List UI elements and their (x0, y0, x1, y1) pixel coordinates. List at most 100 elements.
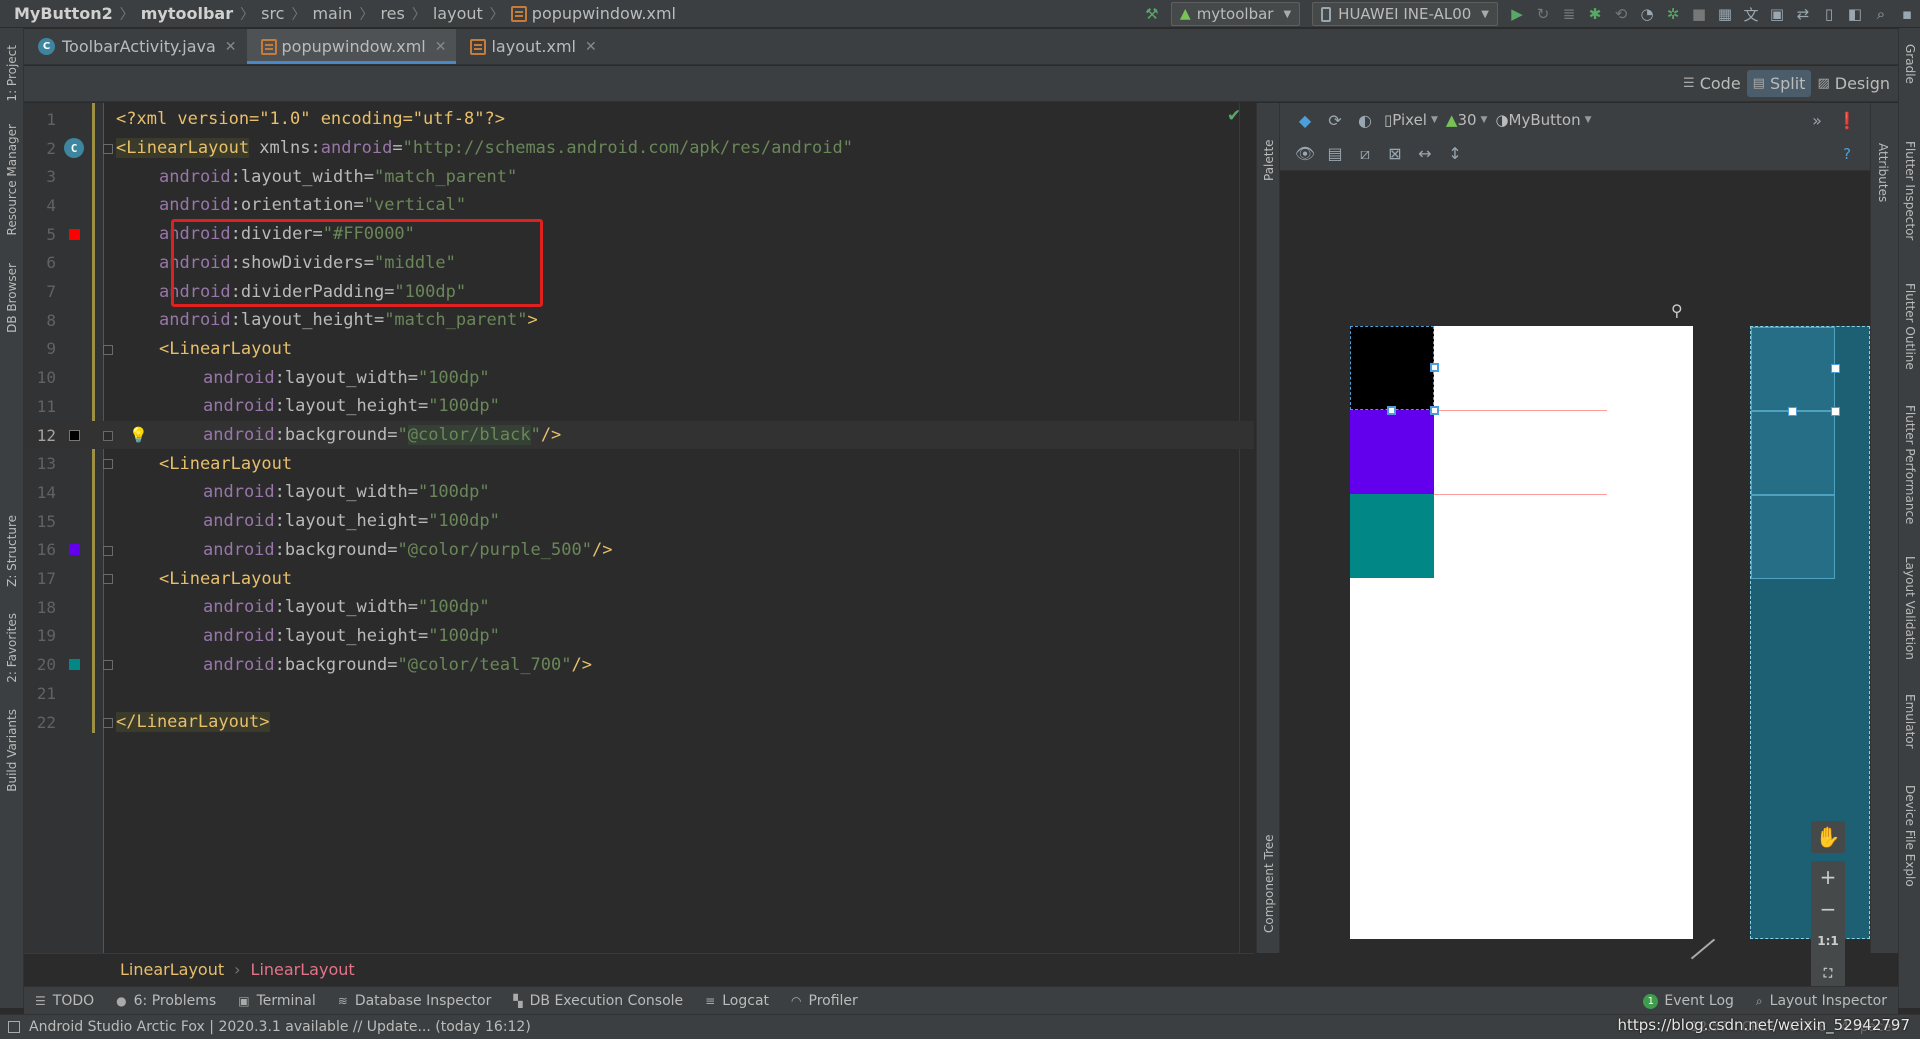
code-line[interactable]: 3 android:layout_width="match_parent" (24, 162, 1254, 191)
resize-handle[interactable] (1430, 406, 1439, 415)
coverage-icon[interactable]: ✲ (1660, 1, 1686, 27)
code-line[interactable]: 2 C <LinearLayout xmlns:android="http://… (24, 134, 1254, 163)
tool-database-inspector[interactable]: ≋ Database Inspector (327, 993, 503, 1009)
tool-flutter-outline[interactable]: Flutter Outline (1899, 264, 1920, 388)
sdk-manager-icon[interactable]: ▦ (1712, 1, 1738, 27)
clear-constraints-icon[interactable]: ⊠ (1380, 140, 1410, 168)
more-icon[interactable]: » (1802, 106, 1832, 134)
code-line[interactable]: 18 android:layout_width="100dp" (24, 593, 1254, 622)
zoom-in-button[interactable]: + (1811, 861, 1845, 893)
blueprint-preview[interactable] (1750, 326, 1870, 939)
tool-problems[interactable]: ● 6: Problems (105, 993, 227, 1009)
stop-icon[interactable]: ■ (1686, 1, 1712, 27)
tool-flutter-inspector[interactable]: Flutter Inspector (1899, 128, 1920, 254)
disable-autoconnect-icon[interactable]: ⧄ (1350, 140, 1380, 168)
attach-debugger-icon[interactable]: ⟲ (1608, 1, 1634, 27)
fold-icon[interactable] (103, 545, 113, 556)
code-line[interactable]: 16 android:background="@color/purple_500… (24, 536, 1254, 565)
breadcrumb-main[interactable]: main (312, 4, 352, 23)
code-line[interactable]: 13 <LinearLayout (24, 449, 1254, 478)
eye-icon[interactable]: 👁 (1290, 140, 1320, 168)
tool-layout-inspector[interactable]: ⌕ Layout Inspector (1745, 993, 1898, 1009)
resize-handle[interactable] (1430, 363, 1439, 372)
tool-project[interactable]: 1: Project (0, 34, 24, 112)
orientation-icon[interactable]: ⟳ (1320, 106, 1350, 134)
fold-icon[interactable] (103, 660, 113, 671)
blueprint-icon[interactable]: ▤ (1320, 140, 1350, 168)
tool-todo[interactable]: ☰ TODO (24, 993, 105, 1009)
layers-icon[interactable]: ◆ (1290, 106, 1320, 134)
component-tree-tab[interactable]: Component Tree (1257, 815, 1281, 933)
close-icon[interactable]: ✕ (435, 39, 447, 55)
breadcrumb-src[interactable]: src (261, 4, 284, 23)
zoom-to-fit-icon[interactable]: ⛶ (1811, 957, 1845, 989)
fold-icon[interactable] (103, 430, 113, 441)
fold-icon[interactable] (103, 143, 113, 154)
resize-handle[interactable] (1831, 364, 1840, 373)
preview-block-teal[interactable] (1350, 494, 1434, 578)
tool-resource-manager[interactable]: Resource Manager (0, 120, 24, 240)
code-line[interactable]: 8 android:layout_height="match_parent"> (24, 306, 1254, 335)
layout-preview[interactable] (1350, 326, 1693, 939)
preview-block-purple[interactable] (1350, 410, 1434, 494)
tool-profiler[interactable]: ◠ Profiler (780, 993, 869, 1009)
account-icon[interactable]: ▪ (1894, 1, 1920, 27)
search-icon[interactable]: ⌕ (1868, 1, 1894, 27)
device-select[interactable]: HUAWEI INE-AL00 ▼ (1312, 2, 1498, 26)
tool-build-variants[interactable]: Build Variants (0, 704, 24, 796)
code-editor[interactable]: ✔ 1 <?xml version="1.0" encoding="utf-8"… (24, 103, 1254, 953)
editor-crumb-root[interactable]: LinearLayout (120, 960, 224, 979)
fold-icon[interactable] (103, 459, 113, 470)
tool-flutter-performance[interactable]: Flutter Performance (1899, 400, 1920, 530)
breadcrumb-res[interactable]: res (380, 4, 404, 23)
night-mode-icon[interactable]: ◐ (1350, 106, 1380, 134)
code-line[interactable]: 4 android:orientation="vertical" (24, 191, 1254, 220)
code-line[interactable]: 1 <?xml version="1.0" encoding="utf-8"?> (24, 105, 1254, 134)
profile-icon[interactable]: ◔ (1634, 1, 1660, 27)
code-line[interactable]: 19 android:layout_height="100dp" (24, 622, 1254, 651)
expand-vertical-icon[interactable]: ↕ (1440, 140, 1470, 168)
class-badge-icon[interactable]: C (64, 138, 84, 159)
translate-icon[interactable]: 文 (1738, 1, 1764, 27)
run-icon[interactable]: ▶ (1504, 1, 1530, 27)
rerun-icon[interactable]: ↻ (1530, 1, 1556, 27)
device-icon[interactable]: ▯ (1816, 1, 1842, 27)
device-select[interactable]: ▯ Pixel ▼ (1380, 106, 1442, 134)
tab-toolbar-activity[interactable]: C ToolbarActivity.java ✕ (24, 29, 247, 64)
breadcrumb-file[interactable]: popupwindow.xml (532, 4, 676, 23)
tool-db-execution-console[interactable]: ▚ DB Execution Console (502, 993, 694, 1009)
color-swatch-purple[interactable] (69, 544, 80, 556)
zoom-actual-size-button[interactable]: 1:1 (1811, 925, 1845, 957)
fold-icon[interactable] (103, 574, 113, 585)
breadcrumb-module[interactable]: mytoolbar (141, 4, 233, 23)
tool-layout-validation[interactable]: Layout Validation (1899, 548, 1920, 668)
code-line[interactable]: 9 <LinearLayout (24, 335, 1254, 364)
expand-horizontal-icon[interactable]: ↔ (1410, 140, 1440, 168)
code-line[interactable]: 10 android:layout_width="100dp" (24, 363, 1254, 392)
status-message[interactable]: Android Studio Arctic Fox | 2020.3.1 ava… (29, 1019, 531, 1035)
run-config-select[interactable]: ▲ mytoolbar ▼ (1170, 2, 1301, 26)
color-swatch-black[interactable] (69, 429, 80, 441)
tool-favorites[interactable]: 2: Favorites (0, 608, 24, 688)
color-swatch-teal[interactable] (69, 659, 80, 671)
code-line[interactable]: 22 </LinearLayout> (24, 708, 1254, 737)
hammer-icon[interactable]: ⚒ (1139, 1, 1165, 27)
tool-structure[interactable]: Z: Structure (0, 508, 24, 594)
help-icon[interactable]: ? (1832, 140, 1862, 168)
tool-logcat[interactable]: ≡ Logcat (694, 993, 780, 1009)
sync-icon[interactable]: ⇄ (1790, 1, 1816, 27)
resize-handle[interactable] (1831, 407, 1840, 416)
tool-terminal[interactable]: ▣ Terminal (227, 993, 327, 1009)
resize-handle[interactable] (1387, 406, 1396, 415)
avd-manager-icon[interactable]: ▣ (1764, 1, 1790, 27)
api-select[interactable]: ▲ 30 ▼ (1442, 106, 1492, 134)
close-icon[interactable]: ✕ (225, 39, 237, 55)
fold-icon[interactable] (103, 344, 113, 355)
split-mode-button[interactable]: ▤ Split (1746, 70, 1812, 97)
debug-icon[interactable]: ✱ (1582, 1, 1608, 27)
close-icon[interactable]: ✕ (585, 39, 597, 55)
tool-device-file-explorer[interactable]: Device File Explo (1899, 776, 1920, 896)
color-swatch-red[interactable] (69, 228, 80, 240)
tool-event-log[interactable]: 1 Event Log (1632, 993, 1745, 1009)
lightbulb-icon[interactable]: 💡 (129, 426, 148, 444)
